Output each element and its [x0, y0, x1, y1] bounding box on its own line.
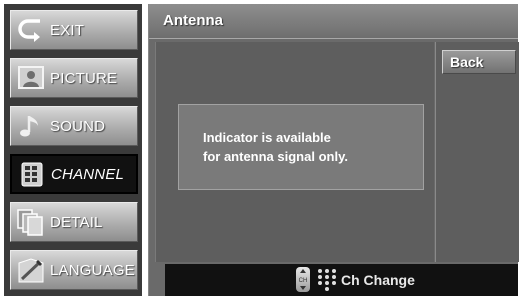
channel-button-glyph: CH: [299, 278, 308, 284]
sidebar-item-language[interactable]: LANGUAGE: [10, 250, 138, 290]
channel-button-icon: CH: [296, 267, 310, 292]
page-title: Antenna: [163, 12, 223, 29]
sidebar-item-label: CHANNEL: [51, 165, 125, 183]
language-icon: [16, 255, 46, 285]
ch-change-hint: Ch Change: [341, 272, 415, 288]
tv-menu-screen: EXIT PICTURE SOUND CHANNEL DETAIL LANGUA…: [0, 0, 521, 299]
sidebar-item-exit[interactable]: EXIT: [10, 10, 138, 50]
exit-arrow-icon: [16, 15, 46, 45]
right-panel: Back: [435, 42, 519, 262]
content-area: Indicator is available for antenna signa…: [155, 42, 434, 262]
detail-icon: [16, 207, 46, 237]
sidebar-item-label: SOUND: [50, 117, 106, 135]
sidebar-item-label: PICTURE: [50, 69, 118, 87]
sidebar-item-label: LANGUAGE: [50, 261, 135, 279]
info-message-box: Indicator is available for antenna signa…: [178, 104, 424, 190]
sidebar-item-picture[interactable]: PICTURE: [10, 58, 138, 98]
sidebar-item-label: EXIT: [50, 21, 85, 39]
sidebar-item-channel[interactable]: CHANNEL: [10, 154, 138, 194]
back-button[interactable]: Back: [442, 50, 516, 74]
title-bar: Antenna: [149, 4, 518, 39]
channel-icon: [17, 159, 47, 189]
sidebar-item-sound[interactable]: SOUND: [10, 106, 138, 146]
sidebar: EXIT PICTURE SOUND CHANNEL DETAIL LANGUA…: [4, 4, 142, 296]
main-panel: Antenna Indicator is available for anten…: [148, 4, 519, 296]
hint-bar: CH Ch Change: [165, 264, 518, 296]
sidebar-item-label: DETAIL: [50, 213, 103, 231]
sidebar-item-detail[interactable]: DETAIL: [10, 202, 138, 242]
info-message-line-1: Indicator is available: [203, 130, 331, 145]
music-note-icon: [16, 111, 46, 141]
info-message-line-2: for antenna signal only.: [203, 149, 348, 164]
picture-icon: [16, 63, 46, 93]
numeric-keypad-icon: [318, 269, 336, 291]
